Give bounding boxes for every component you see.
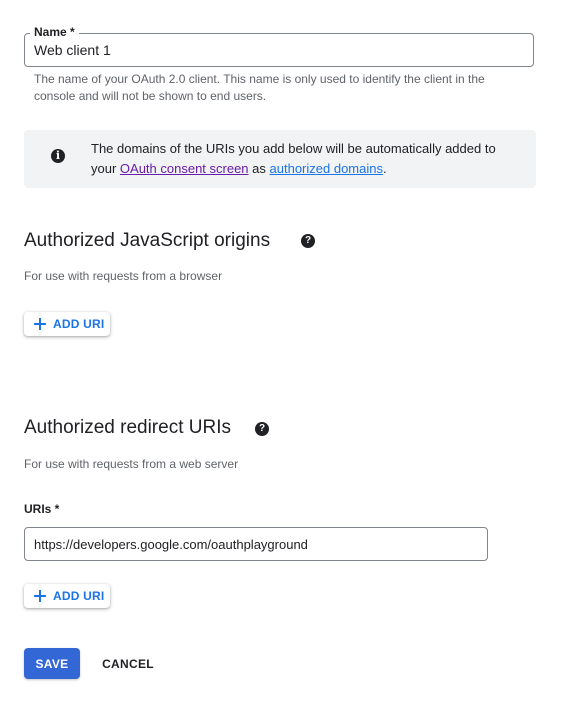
save-button[interactable]: SAVE — [24, 648, 80, 679]
plus-icon — [34, 318, 46, 330]
plus-icon — [34, 590, 46, 602]
uris-field[interactable] — [24, 527, 488, 561]
help-icon[interactable]: ? — [255, 422, 269, 436]
add-uri-label: ADD URI — [53, 317, 105, 331]
info-banner-text: The domains of the URIs you add below wi… — [91, 139, 511, 179]
redirect-uris-description: For use with requests from a web server — [24, 457, 239, 471]
add-js-origin-uri-button[interactable]: ADD URI — [24, 312, 110, 336]
oauth-consent-screen-link[interactable]: OAuth consent screen — [120, 161, 249, 176]
name-field-value[interactable]: Web client 1 — [34, 42, 111, 59]
info-text-middle: as — [248, 161, 270, 176]
name-field-label: Name * — [30, 25, 79, 39]
info-banner: i The domains of the URIs you add below … — [24, 130, 536, 188]
name-field-help-text: The name of your OAuth 2.0 client. This … — [34, 72, 485, 103]
oauth-client-form: Name * Web client 1 The name of your OAu… — [0, 0, 572, 706]
info-text-after: . — [382, 161, 387, 176]
uri-input[interactable] — [34, 528, 474, 560]
cancel-button[interactable]: CANCEL — [93, 648, 163, 679]
js-origins-title: Authorized JavaScript origins — [24, 230, 271, 251]
info-icon: i — [51, 149, 65, 163]
add-redirect-uri-button[interactable]: ADD URI — [24, 584, 110, 608]
js-origins-description: For use with requests from a browser — [24, 269, 223, 283]
authorized-domains-link[interactable]: authorized domains — [270, 161, 383, 176]
help-icon[interactable]: ? — [301, 234, 315, 248]
uris-field-label: URIs * — [24, 502, 60, 516]
redirect-uris-title: Authorized redirect URIs — [24, 417, 231, 438]
add-uri-label: ADD URI — [53, 589, 105, 603]
